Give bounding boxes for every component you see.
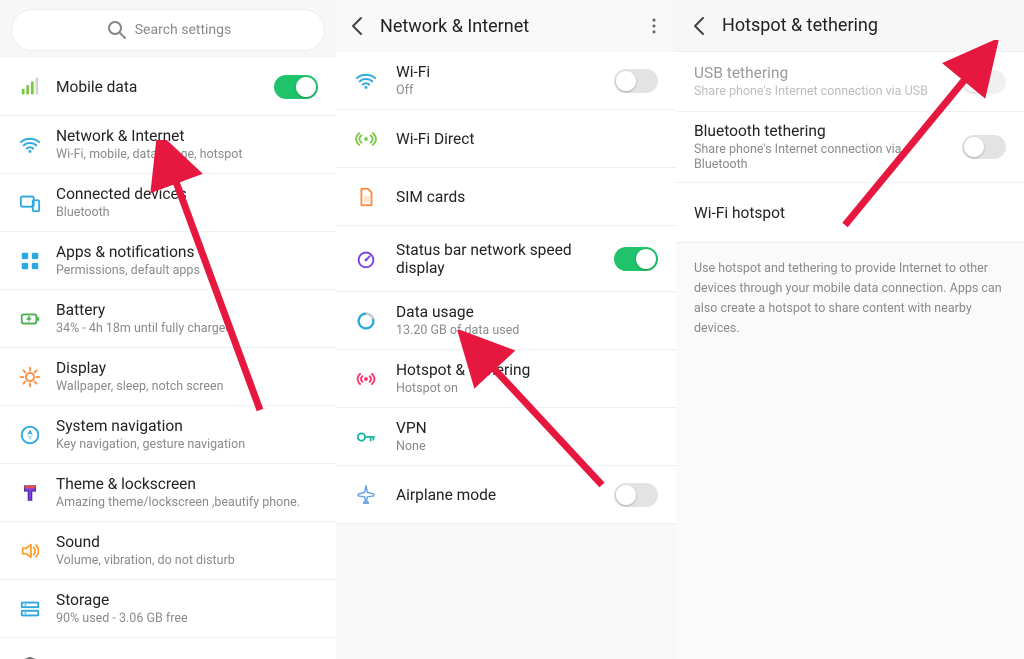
settings-row-signal[interactable]: Mobile data xyxy=(0,58,336,116)
settings-row-nav[interactable]: System navigation Key navigation, gesture… xyxy=(0,406,336,464)
row-title: Airplane mode xyxy=(396,486,596,504)
network-row-datausage[interactable]: Data usage 13.20 GB of data used xyxy=(336,292,676,350)
row-title: Wi-Fi Direct xyxy=(396,130,658,148)
row-subtitle: Share phone's Internet connection via US… xyxy=(694,84,948,99)
row-title: Theme & lockscreen xyxy=(56,475,318,493)
row-title: Wi-Fi xyxy=(396,63,596,81)
row-subtitle: 90% used - 3.06 GB free xyxy=(56,611,318,626)
row-title: USB tethering xyxy=(694,64,948,82)
tether-row-1[interactable]: Bluetooth tethering Share phone's Interne… xyxy=(676,112,1024,183)
row-subtitle: Wi-Fi, mobile, data usage, hotspot xyxy=(56,147,318,162)
settings-row-theme[interactable]: Theme & lockscreen Amazing theme/lockscre… xyxy=(0,464,336,522)
hotspot-tethering-pane: Hotspot & tethering USB tethering Share p… xyxy=(676,0,1024,659)
row-title: Battery xyxy=(56,301,318,319)
row-subtitle: 34% - 4h 18m until fully charged xyxy=(56,321,318,336)
hotspot-icon xyxy=(354,367,378,391)
apps-icon xyxy=(18,249,42,273)
page-title: Network & Internet xyxy=(380,16,642,37)
row-subtitle: Share phone's Internet connection via Bl… xyxy=(694,142,948,172)
toggle-signal[interactable] xyxy=(274,75,318,99)
sim-icon xyxy=(354,185,378,209)
row-title: System navigation xyxy=(56,417,318,435)
row-title: Wi-Fi hotspot xyxy=(694,204,1006,222)
network-row-speed[interactable]: Status bar network speed display xyxy=(336,226,676,292)
page-title: Hotspot & tethering xyxy=(722,15,1012,36)
settings-row-devices[interactable]: Connected devices Bluetooth xyxy=(0,174,336,232)
back-icon[interactable] xyxy=(346,14,370,38)
network-row-airplane[interactable]: Airplane mode xyxy=(336,466,676,524)
row-title: Bluetooth tethering xyxy=(694,122,948,140)
row-title: Status bar network speed display xyxy=(396,241,596,277)
search-input[interactable]: Search settings xyxy=(12,10,324,50)
overflow-menu-icon[interactable] xyxy=(642,14,666,38)
tether-row-0: USB tethering Share phone's Internet conn… xyxy=(676,52,1024,112)
toggle-wifi[interactable] xyxy=(614,69,658,93)
display-icon xyxy=(18,365,42,389)
battery-icon xyxy=(18,307,42,331)
toggle-tether-0 xyxy=(962,70,1006,94)
help-text: Use hotspot and tethering to provide Int… xyxy=(676,243,1024,355)
row-title: Display xyxy=(56,359,318,377)
settings-row-wifi[interactable]: Network & Internet Wi-Fi, mobile, data us… xyxy=(0,116,336,174)
settings-row-storage[interactable]: Storage 90% used - 3.06 GB free xyxy=(0,580,336,638)
row-subtitle: Hotspot on xyxy=(396,381,658,396)
storage-icon xyxy=(18,597,42,621)
row-subtitle: None xyxy=(396,439,658,454)
row-subtitle: 13.20 GB of data used xyxy=(396,323,658,338)
row-title: Sound xyxy=(56,533,318,551)
row-title: Hotspot & tethering xyxy=(396,361,658,379)
back-icon[interactable] xyxy=(688,14,712,38)
row-subtitle: Wallpaper, sleep, notch screen xyxy=(56,379,318,394)
row-subtitle: Key navigation, gesture navigation xyxy=(56,437,318,452)
toggle-tether-1[interactable] xyxy=(962,135,1006,159)
toggle-speed[interactable] xyxy=(614,247,658,271)
wifidirect-icon xyxy=(354,127,378,151)
speed-icon xyxy=(354,247,378,271)
row-subtitle: Permissions, default apps xyxy=(56,263,318,278)
settings-row-apps[interactable]: Apps & notifications Permissions, default… xyxy=(0,232,336,290)
datausage-icon xyxy=(354,309,378,333)
settings-row-display[interactable]: Display Wallpaper, sleep, notch screen xyxy=(0,348,336,406)
settings-row-security[interactable]: Security & location xyxy=(0,638,336,659)
row-title: Apps & notifications xyxy=(56,243,318,261)
search-placeholder: Search settings xyxy=(135,22,232,38)
settings-row-sound[interactable]: Sound Volume, vibration, do not disturb xyxy=(0,522,336,580)
network-row-sim[interactable]: SIM cards xyxy=(336,168,676,226)
sound-icon xyxy=(18,539,42,563)
row-title: SIM cards xyxy=(396,188,658,206)
network-row-wifidirect[interactable]: Wi-Fi Direct xyxy=(336,110,676,168)
vpn-icon xyxy=(354,425,378,449)
row-subtitle: Off xyxy=(396,83,596,98)
settings-root-pane: Search settings Mobile data Network & Int… xyxy=(0,0,336,659)
wifi-icon xyxy=(354,69,378,93)
network-row-wifi[interactable]: Wi-Fi Off xyxy=(336,52,676,110)
settings-row-battery[interactable]: Battery 34% - 4h 18m until fully charged xyxy=(0,290,336,348)
network-internet-pane: Network & Internet Wi-Fi Off Wi-Fi Direct S… xyxy=(336,0,676,659)
theme-icon xyxy=(18,481,42,505)
row-title: Data usage xyxy=(396,303,658,321)
tether-row-2[interactable]: Wi-Fi hotspot xyxy=(676,183,1024,243)
network-row-hotspot[interactable]: Hotspot & tethering Hotspot on xyxy=(336,350,676,408)
signal-icon xyxy=(18,75,42,99)
row-title: Mobile data xyxy=(56,78,260,96)
toggle-airplane[interactable] xyxy=(614,483,658,507)
row-subtitle: Volume, vibration, do not disturb xyxy=(56,553,318,568)
devices-icon xyxy=(18,191,42,215)
wifi-icon xyxy=(18,133,42,157)
row-title: Storage xyxy=(56,591,318,609)
row-title: Connected devices xyxy=(56,185,318,203)
network-row-vpn[interactable]: VPN None xyxy=(336,408,676,466)
row-subtitle: Amazing theme/lockscreen ,beautify phone… xyxy=(56,495,318,510)
row-title: VPN xyxy=(396,419,658,437)
airplane-icon xyxy=(354,483,378,507)
search-icon xyxy=(105,18,129,42)
nav-icon xyxy=(18,423,42,447)
security-icon xyxy=(18,655,42,659)
row-subtitle: Bluetooth xyxy=(56,205,318,220)
row-title: Network & Internet xyxy=(56,127,318,145)
